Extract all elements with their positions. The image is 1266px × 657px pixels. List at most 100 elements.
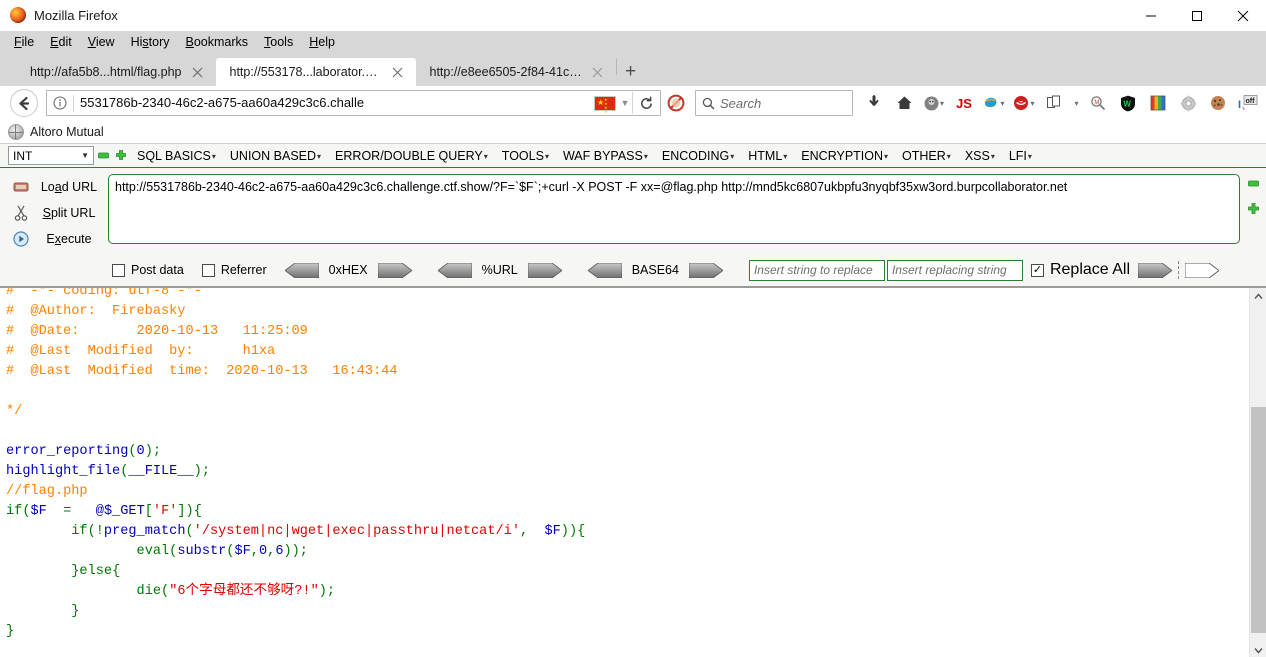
encode-arrow-icon[interactable]	[377, 262, 413, 278]
remove-icon[interactable]	[94, 150, 112, 161]
replace-outline-arrow-icon[interactable]	[1184, 262, 1220, 278]
greasemonkey-icon[interactable]: ▾	[919, 89, 949, 117]
maximize-button[interactable]	[1174, 0, 1220, 31]
close-icon[interactable]	[590, 64, 606, 80]
vertical-scrollbar[interactable]	[1249, 288, 1266, 657]
search-input[interactable]: Search	[720, 96, 761, 111]
scroll-down-icon[interactable]	[1250, 642, 1266, 657]
code-token: 'F'	[152, 504, 178, 519]
noscript-icon[interactable]	[661, 94, 691, 112]
wappalyzer-icon[interactable]: W	[1113, 89, 1143, 117]
chevron-down-icon: ▾	[317, 151, 322, 161]
encode-arrow-icon[interactable]	[688, 262, 724, 278]
extension-toolbar: ▾ JS ▾ ▾ ▾ M W Ioff	[859, 88, 1266, 118]
tab-2[interactable]: http://e8ee6505-2f84-41c9...	[416, 58, 616, 86]
replace-all-label: Replace All	[1049, 261, 1131, 278]
referrer-option[interactable]: Referrer	[201, 263, 267, 277]
hackbar-menu-xss[interactable]: XSS▾	[958, 149, 1002, 163]
scroll-up-icon[interactable]	[1250, 288, 1266, 305]
menu-edit[interactable]: Edit	[42, 33, 80, 51]
add-icon[interactable]	[112, 149, 130, 162]
tab-0[interactable]: http://afa5b8...html/flag.php	[16, 58, 216, 86]
decode-arrow-icon[interactable]	[284, 262, 320, 278]
split-url-label: Split URL	[42, 206, 96, 220]
decode-arrow-icon[interactable]	[587, 262, 623, 278]
menu-bookmarks[interactable]: Bookmarks	[178, 33, 257, 51]
code-line: */	[6, 402, 1266, 422]
replace-all-checkbox[interactable]: ✓	[1030, 263, 1044, 277]
new-tab-button[interactable]: +	[617, 58, 645, 86]
chevron-down-icon[interactable]: ▾	[940, 99, 944, 108]
cookie-icon[interactable]	[1203, 89, 1233, 117]
execute-button[interactable]: Execute	[8, 226, 108, 252]
color-picker-icon[interactable]	[1143, 89, 1173, 117]
tab-1[interactable]: http://553178...laborator.net	[215, 58, 416, 86]
reload-icon[interactable]	[632, 92, 660, 114]
js-icon[interactable]: JS	[949, 89, 979, 117]
chevron-down-icon[interactable]: ▾	[1030, 99, 1034, 108]
menu-file[interactable]: File	[6, 33, 42, 51]
home-icon[interactable]	[889, 89, 919, 117]
page-copy-icon[interactable]	[1039, 89, 1069, 117]
hackbar-menu-error-double-query[interactable]: ERROR/DOUBLE QUERY▾	[328, 149, 495, 163]
hackbar-menu-waf-bypass[interactable]: WAF BYPASS▾	[556, 149, 655, 163]
replace-to-input[interactable]: Insert replacing string	[886, 259, 1023, 281]
code-token: );	[193, 464, 210, 479]
hackbar-type-select[interactable]: INT ▼	[8, 146, 94, 165]
info-circle-icon[interactable]	[47, 96, 73, 110]
encode-arrow-icon[interactable]	[527, 262, 563, 278]
code-token: $F	[544, 524, 561, 539]
ie-tab-icon[interactable]: ▾	[979, 89, 1009, 117]
zoom-search-icon[interactable]: M	[1083, 89, 1113, 117]
gear-icon[interactable]	[1173, 89, 1203, 117]
hackbar-menu-encryption[interactable]: ENCRYPTION▾	[794, 149, 895, 163]
code-line: eval(substr($F,0,6));	[6, 542, 1266, 562]
label: XSS	[964, 148, 990, 163]
url-input[interactable]: 5531786b-2340-46c2-a675-aa60a429c3c6.cha…	[74, 91, 594, 115]
menu-tools[interactable]: Tools	[256, 33, 301, 51]
add-icon[interactable]	[1247, 203, 1260, 221]
hackbar-url-textarea[interactable]: http://5531786b-2340-46c2-a675-aa60a429c…	[108, 174, 1240, 244]
hackbar-menu-lfi[interactable]: LFI▾	[1002, 149, 1039, 163]
back-button[interactable]	[10, 89, 38, 117]
decode-arrow-icon[interactable]	[436, 262, 472, 278]
hackbar-menu-other[interactable]: OTHER▾	[895, 149, 958, 163]
referrer-checkbox[interactable]	[201, 263, 215, 277]
chevron-down-icon[interactable]: ▾	[1069, 89, 1083, 117]
minimize-button[interactable]	[1128, 0, 1174, 31]
post-data-option[interactable]: Post data	[112, 263, 184, 277]
url-bar[interactable]: 5531786b-2340-46c2-a675-aa60a429c3c6.cha…	[46, 90, 661, 116]
tab-label: http://afa5b8...html/flag.php	[30, 65, 182, 79]
remove-icon[interactable]	[1247, 176, 1259, 194]
bookmark-item-altoro-mutual[interactable]: Altoro Mutual	[30, 125, 104, 139]
code-line: if(!preg_match('/system|nc|wget|exec|pas…	[6, 522, 1266, 542]
replace-all-option[interactable]: ✓ Replace All	[1030, 261, 1131, 279]
hackbar-side-controls	[1240, 174, 1266, 252]
load-url-button[interactable]: Load URL	[8, 174, 108, 200]
toggle-off-icon[interactable]: Ioff	[1233, 89, 1263, 117]
hackbar-menu-tools[interactable]: TOOLS▾	[495, 149, 556, 163]
menu-view[interactable]: View	[80, 33, 123, 51]
menu-history[interactable]: History	[123, 33, 178, 51]
menu-help[interactable]: Help	[301, 33, 343, 51]
close-icon[interactable]	[390, 64, 406, 80]
scrollbar-thumb[interactable]	[1251, 407, 1266, 633]
menu-file-rest: ile	[21, 35, 35, 49]
hackbar-menu-sql-basics[interactable]: SQL BASICS▾	[130, 149, 223, 163]
search-box[interactable]: Search	[695, 90, 853, 116]
hackbar-menu-union-based[interactable]: UNION BASED▾	[223, 149, 328, 163]
label: LFI	[1008, 148, 1027, 163]
close-icon[interactable]	[190, 64, 206, 80]
hackbar-icon[interactable]: ▾	[1009, 89, 1039, 117]
split-url-button[interactable]: Split URL	[8, 200, 108, 226]
hackbar-menu-encoding[interactable]: ENCODING▾	[655, 149, 741, 163]
chevron-down-icon[interactable]: ▼	[618, 98, 632, 108]
chevron-down-icon[interactable]: ▾	[1000, 99, 1004, 108]
replace-apply-arrow-icon[interactable]	[1137, 262, 1173, 278]
download-icon[interactable]	[859, 89, 889, 117]
replace-from-input[interactable]: Insert string to replace	[748, 259, 885, 281]
close-button[interactable]	[1220, 0, 1266, 31]
post-data-checkbox[interactable]	[112, 263, 125, 277]
hackbar-menu-html[interactable]: HTML▾	[741, 149, 794, 163]
